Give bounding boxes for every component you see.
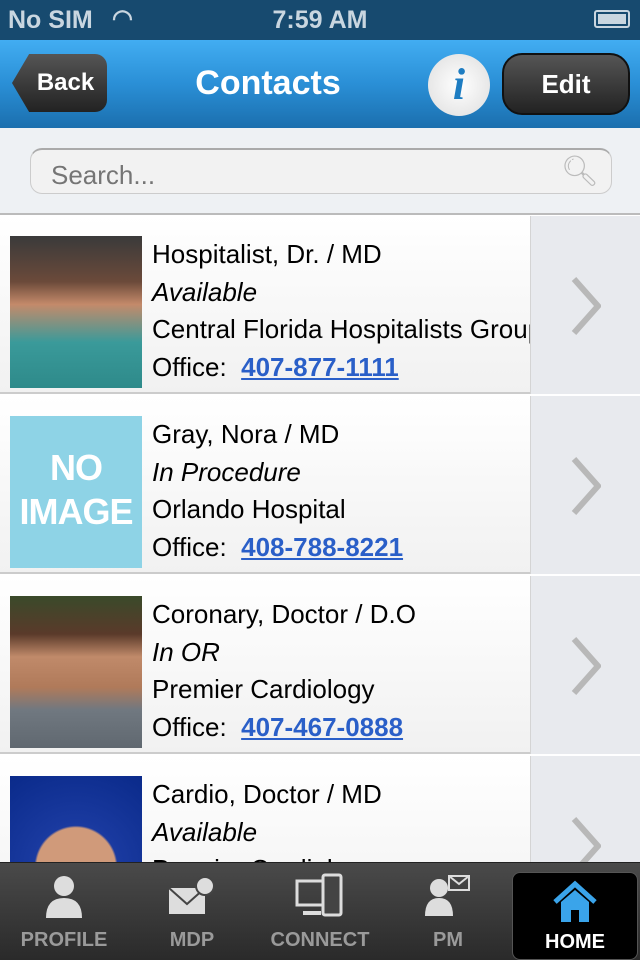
mail-gear-icon bbox=[128, 863, 256, 929]
contact-name: Cardio, Doctor / MD bbox=[152, 779, 382, 809]
contact-name: Coronary, Doctor / D.O bbox=[152, 599, 416, 629]
search-icon[interactable]: 🔍︎ bbox=[561, 154, 599, 189]
contact-status: Available bbox=[152, 276, 258, 307]
contact-info: Hospitalist, Dr. / MD Available Central … bbox=[152, 236, 542, 386]
contact-info: Coronary, Doctor / D.O In OR Premier Car… bbox=[152, 596, 416, 746]
phone-link[interactable]: 408-788-8221 bbox=[241, 532, 403, 562]
phone-link[interactable]: 407-467-0888 bbox=[241, 712, 403, 742]
home-icon bbox=[513, 873, 637, 931]
devices-icon bbox=[256, 863, 384, 929]
info-button[interactable]: i bbox=[428, 54, 490, 116]
tab-label: PROFILE bbox=[20, 929, 108, 951]
chevron-right-icon bbox=[571, 277, 601, 335]
contact-organization: Orlando Hospital bbox=[152, 494, 346, 524]
nav-bar: Back Contacts i Edit bbox=[0, 40, 640, 128]
tab-label: HOME bbox=[545, 931, 605, 953]
tab-label: PM bbox=[433, 929, 463, 951]
chevron-right-icon bbox=[571, 457, 601, 515]
detail-disclosure[interactable] bbox=[530, 396, 640, 574]
office-label: Office: bbox=[152, 711, 227, 742]
person-mail-icon bbox=[384, 863, 512, 929]
contact-photo bbox=[10, 236, 142, 388]
contact-info: Gray, Nora / MD In Procedure Orlando Hos… bbox=[152, 416, 403, 566]
office-label: Office: bbox=[152, 351, 227, 382]
edit-button[interactable]: Edit bbox=[502, 53, 630, 115]
no-image-placeholder: NO IMAGE bbox=[10, 416, 142, 568]
contact-status: In OR bbox=[152, 636, 220, 667]
person-icon bbox=[0, 863, 128, 929]
contact-status: In Procedure bbox=[152, 456, 301, 487]
detail-disclosure[interactable] bbox=[530, 576, 640, 754]
contact-organization: Premier Cardiology bbox=[152, 674, 375, 704]
contact-photo bbox=[10, 596, 142, 748]
tab-home[interactable]: HOME bbox=[512, 872, 638, 960]
contact-organization: Central Florida Hospitalists Group bbox=[152, 314, 543, 344]
contact-row[interactable]: Hospitalist, Dr. / MD Available Central … bbox=[0, 216, 640, 394]
detail-disclosure[interactable] bbox=[530, 216, 640, 394]
battery-icon bbox=[594, 10, 630, 28]
search-field[interactable]: 🔍︎ bbox=[30, 148, 612, 194]
contact-name: Hospitalist, Dr. / MD bbox=[152, 239, 382, 269]
phone-link[interactable]: 407-877-1111 bbox=[241, 352, 399, 382]
search-bar: 🔍︎ bbox=[0, 128, 640, 215]
office-label: Office: bbox=[152, 531, 227, 562]
tab-label: CONNECT bbox=[270, 929, 370, 951]
search-input[interactable] bbox=[51, 160, 531, 191]
contact-status: Available bbox=[152, 816, 258, 847]
contact-row[interactable]: Coronary, Doctor / D.O In OR Premier Car… bbox=[0, 576, 640, 754]
clock: 7:59 AM bbox=[272, 6, 368, 34]
contact-name: Gray, Nora / MD bbox=[152, 419, 340, 449]
status-bar: No SIM ◠ 7:59 AM bbox=[0, 0, 640, 40]
chevron-right-icon bbox=[571, 637, 601, 695]
tab-pm[interactable]: PM bbox=[384, 863, 512, 961]
tab-bar: PROFILE MDP CONNECT PM HOME bbox=[0, 862, 640, 960]
tab-label: MDP bbox=[169, 929, 215, 951]
tab-profile[interactable]: PROFILE bbox=[0, 863, 128, 961]
tab-mdp[interactable]: MDP bbox=[128, 863, 256, 961]
contact-row[interactable]: NO IMAGE Gray, Nora / MD In Procedure Or… bbox=[0, 396, 640, 574]
tab-connect[interactable]: CONNECT bbox=[256, 863, 384, 961]
